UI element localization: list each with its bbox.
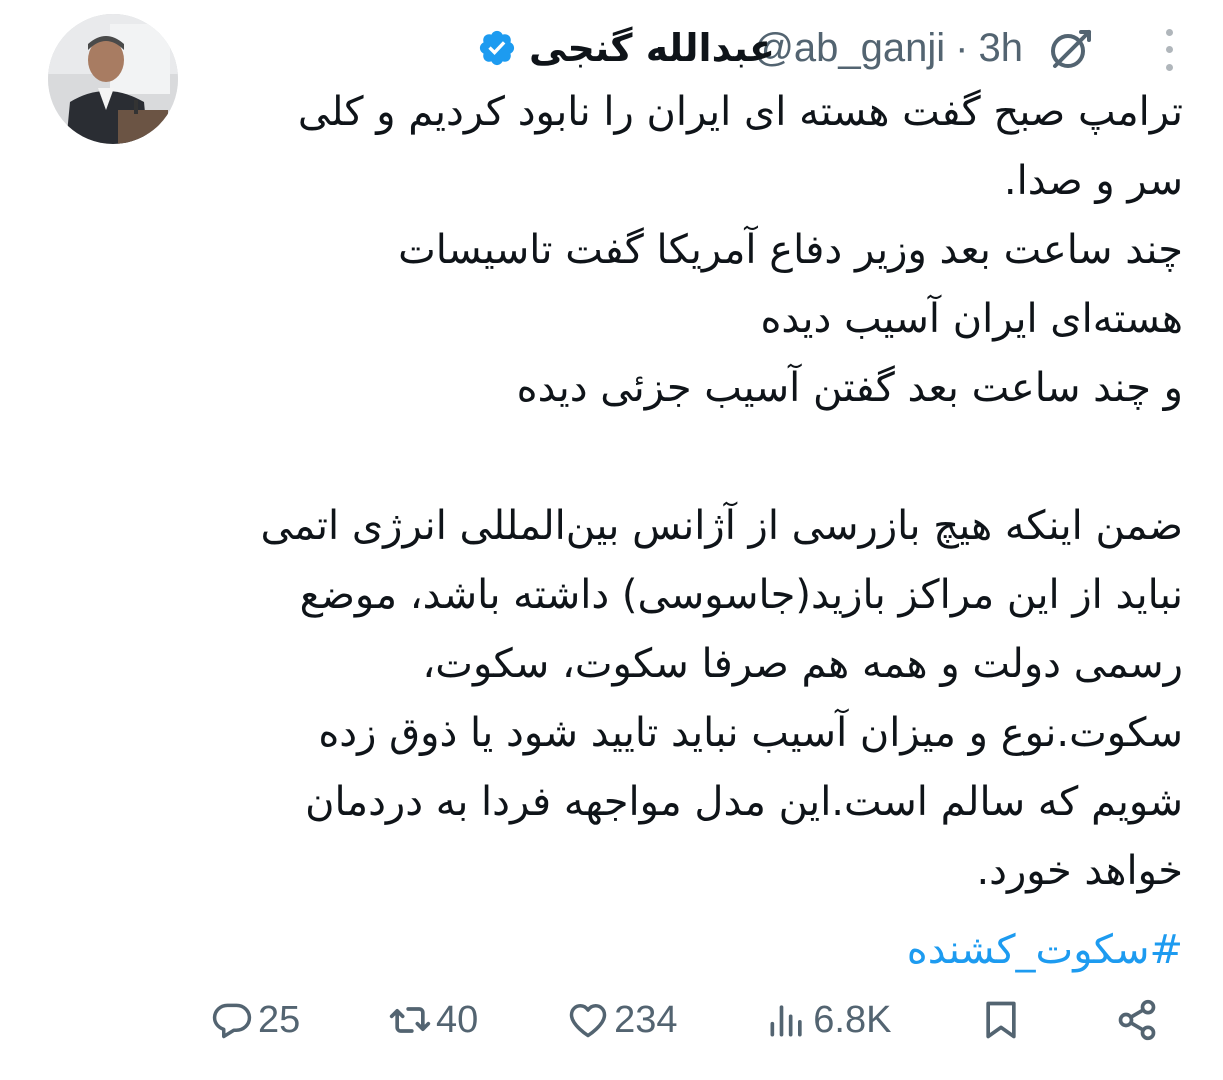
tweet-header: @ab_ganji · 3h عبدالله گنجی — [200, 18, 1193, 78]
bookmark-button[interactable] — [979, 998, 1027, 1042]
hashtag-link[interactable]: #سکوت_کشنده — [193, 916, 1183, 985]
bookmark-icon — [986, 1001, 1016, 1039]
views-button[interactable]: 6.8K — [765, 998, 891, 1042]
tweet-line: نباید از این مراکز بازید(جاسوسی) داشته ب… — [299, 572, 1183, 618]
repost-icon — [389, 1007, 431, 1033]
action-bar: 25 40 234 6.8K — [210, 990, 1163, 1050]
views-chart-icon — [770, 1005, 802, 1037]
avatar[interactable] — [48, 14, 178, 144]
share-button[interactable] — [1115, 998, 1163, 1042]
author-line: @ab_ganji · 3h — [753, 18, 1023, 78]
tweet-line: سر و صدا. — [1003, 158, 1183, 204]
tweet-line: خواهد خورد. — [976, 848, 1183, 894]
avatar-photo — [48, 14, 178, 144]
more-dot — [1165, 29, 1173, 37]
grok-icon[interactable] — [1045, 24, 1095, 74]
tweet-line: و چند ساعت بعد گفتن آسیب جزئی دیده — [516, 365, 1183, 411]
verified-badge-icon[interactable] — [477, 28, 517, 68]
like-button[interactable]: 234 — [566, 998, 678, 1042]
heart-icon — [569, 1003, 607, 1038]
reply-button[interactable]: 25 — [210, 998, 300, 1042]
repost-count: 40 — [436, 999, 479, 1041]
like-count: 234 — [614, 999, 678, 1041]
more-dot — [1165, 63, 1173, 71]
reply-icon — [212, 1003, 252, 1039]
tweet-line: رسمی دولت و همه هم صرفا سکوت، سکوت، — [422, 641, 1183, 687]
author-name[interactable]: عبدالله گنجی — [529, 26, 775, 70]
reply-count: 25 — [258, 999, 301, 1041]
tweet-line: شویم که سالم است.این مدل مواجهه فردا به … — [305, 779, 1183, 825]
tweet-line: ضمن اینکه هیچ بازرسی از آژانس بین‌المللی… — [260, 503, 1183, 549]
more-icon[interactable] — [1155, 24, 1183, 76]
author-name-group: عبدالله گنجی — [477, 18, 775, 78]
tweet-line: چند ساعت بعد وزیر دفاع آمریکا گفت تاسیسا… — [398, 227, 1183, 273]
tweet-line: سکوت.نوع و میزان آسیب نباید تایید شود یا… — [318, 710, 1183, 756]
share-icon — [1118, 999, 1156, 1041]
views-count: 6.8K — [813, 999, 892, 1041]
tweet-line: هسته‌ای ایران آسیب دیده — [760, 296, 1183, 342]
repost-button[interactable]: 40 — [388, 998, 478, 1042]
author-handle[interactable]: @ab_ganji — [753, 26, 945, 71]
tweet-timestamp[interactable]: 3h — [979, 26, 1024, 71]
tweet-card: @ab_ganji · 3h عبدالله گنجی ترامپ صبح گف… — [0, 0, 1223, 1080]
tweet-line: ترامپ صبح گفت هسته ای ایران را نابود کرد… — [297, 89, 1183, 135]
tweet-text: ترامپ صبح گفت هسته ای ایران را نابود کرد… — [193, 78, 1183, 985]
separator-dot: · — [955, 25, 969, 70]
more-dot — [1165, 46, 1173, 54]
